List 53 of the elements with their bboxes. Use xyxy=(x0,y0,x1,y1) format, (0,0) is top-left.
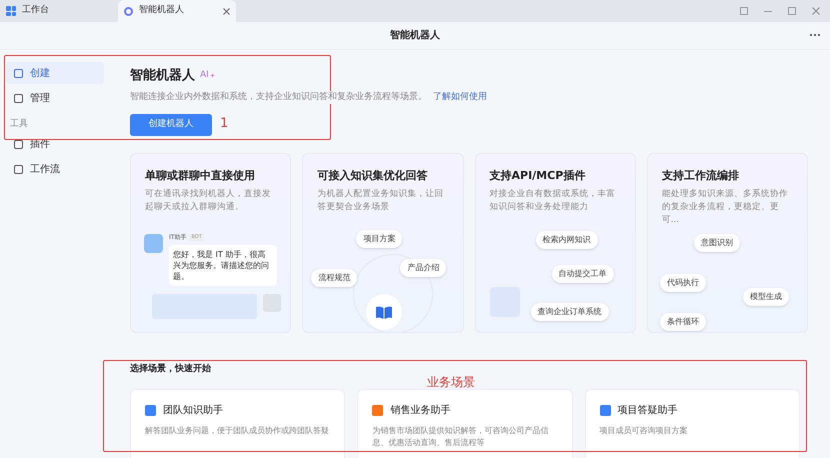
ai-label: AI xyxy=(200,69,209,82)
annotation-label: 业务场景 xyxy=(427,374,475,391)
scene-description: 解答团队业务问题，便于团队成员协作或跨团队答疑 xyxy=(145,424,330,436)
chip: 条件循环 xyxy=(660,313,706,331)
sidebar-item[interactable]: 创建 xyxy=(6,62,104,84)
scene-card[interactable]: 项目答疑助手 项目成员可咨询项目方案 xyxy=(584,388,800,458)
feature-description: 为机器人配置业务知识集，让回答更契合业务场景 xyxy=(317,188,444,214)
book-icon xyxy=(376,306,392,318)
close-window-icon[interactable] xyxy=(812,7,820,15)
scene-description: 为销售市场团队提供知识解答，可咨询公司产品信息、优惠活动直询、售后流程等 xyxy=(372,424,550,448)
scene-card[interactable]: 销售业务助手 为销售市场团队提供知识解答，可咨询公司产品信息、优惠活动直询、售后流程等 xyxy=(357,388,573,458)
scene-title: 项目答疑助手 xyxy=(618,404,678,418)
sidebar-item[interactable]: 工作流 xyxy=(6,158,104,180)
minimize-icon[interactable] xyxy=(764,10,772,12)
sidebar-item[interactable]: 管理 xyxy=(6,87,104,109)
robot-avatar-icon xyxy=(144,234,163,253)
feature-title: 支持工作流编排 xyxy=(662,168,740,184)
chat-bubble: 您好，我是 IT 助手，很高兴为您服务。请描述您的问题。 xyxy=(169,245,277,286)
page-title: 智能机器人 xyxy=(130,67,195,85)
chip: 项目方案 xyxy=(356,230,402,248)
chip: 检索内网知识 xyxy=(536,231,598,249)
tab-label: 智能机器人 xyxy=(139,4,185,18)
scene-title: 销售业务助手 xyxy=(390,404,450,418)
annotation-label: 1 xyxy=(220,115,228,133)
chip: 流程规范 xyxy=(311,269,358,287)
chip: 意图识别 xyxy=(694,234,740,252)
popout-icon[interactable] xyxy=(740,7,748,15)
grid-icon xyxy=(6,6,16,16)
help-link[interactable]: 了解如何使用 xyxy=(433,90,487,104)
feature-description: 能处理多知识来源、多系统协作的复杂业务流程，更稳定、更可... xyxy=(662,188,789,226)
scene-card[interactable]: 团队知识助手 解答团队业务问题，便于团队成员协作或跨团队答疑 xyxy=(130,388,346,458)
sidebar-heading: 工具 xyxy=(9,118,29,131)
window-title: 智能机器人 xyxy=(390,28,440,43)
feature-title: 可接入知识集优化回答 xyxy=(317,168,428,184)
chip: 查询企业订单系统 xyxy=(530,303,608,321)
chip: 模型生成 xyxy=(742,288,789,306)
restore-icon[interactable] xyxy=(788,7,796,15)
tab[interactable]: 智能机器人 xyxy=(118,0,236,22)
create-bot-button[interactable]: 创建机器人 xyxy=(130,114,212,136)
feature-title: 单聊或群聊中直接使用 xyxy=(145,168,256,184)
feature-description: 对接企业自有数据或系统，丰富知识问答和业务处理能力 xyxy=(490,188,616,214)
chip: 自动提交工单 xyxy=(552,265,614,283)
scene-description: 项目成员可咨询项目方案 xyxy=(600,424,689,436)
chip: 代码执行 xyxy=(660,274,706,292)
tab[interactable]: 工作台 xyxy=(0,0,118,22)
feature-title: 支持API/MCP插件 xyxy=(490,168,586,184)
close-icon[interactable] xyxy=(223,8,230,14)
chip: 产品介绍 xyxy=(400,259,446,277)
section-title: 选择场景，快速开始 xyxy=(130,363,212,376)
feature-description: 可在通讯录找到机器人，直接发起聊天或拉入群聊沟通。 xyxy=(145,188,272,214)
tab-label: 工作台 xyxy=(22,4,50,18)
sparkle-icon xyxy=(210,73,215,78)
scene-title: 团队知识助手 xyxy=(163,404,223,418)
